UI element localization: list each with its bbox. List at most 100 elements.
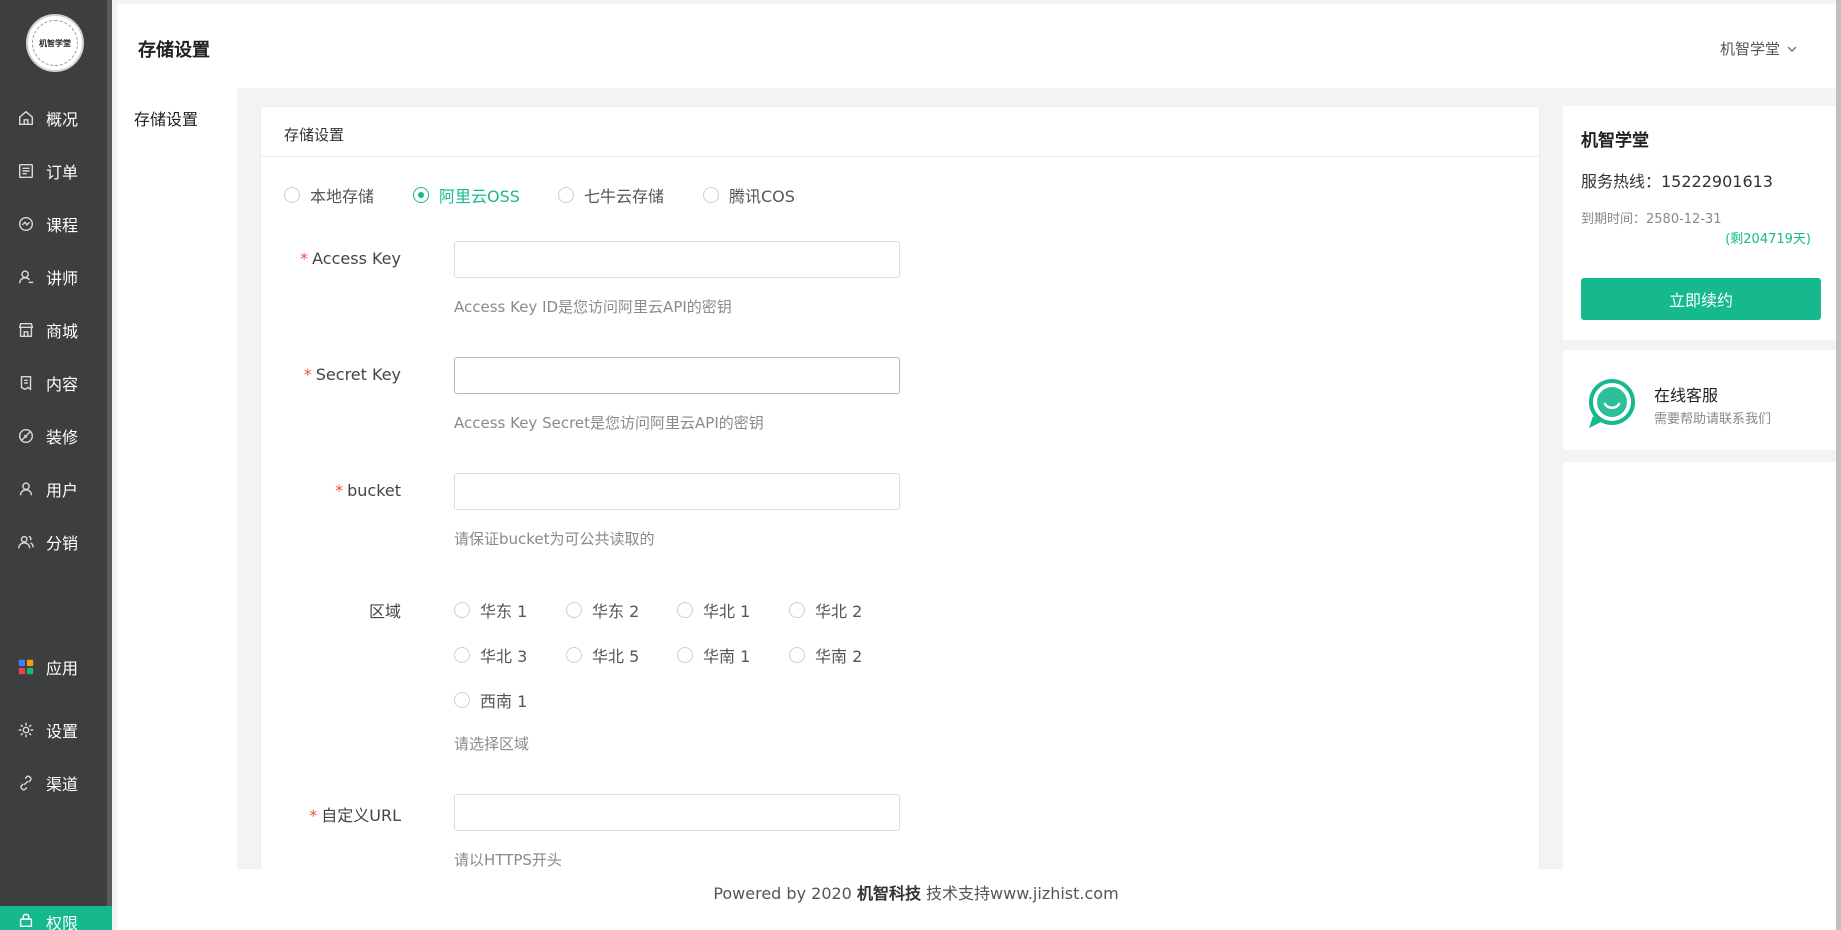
- footer-brand: 机智科技: [856, 884, 921, 903]
- sidebar-item-label: 分销: [46, 534, 79, 553]
- sidebar-item-apps[interactable]: 应用: [0, 647, 112, 687]
- sidebar-item-shop[interactable]: 商城: [0, 310, 112, 350]
- region-option[interactable]: 华北 5: [566, 643, 639, 667]
- user-name: 机智学堂: [1719, 40, 1780, 58]
- order-icon: [16, 161, 36, 181]
- header: 存储设置 机智学堂: [117, 4, 1836, 88]
- divider: [1563, 450, 1841, 462]
- apps-icon: [16, 657, 36, 677]
- sidebar-item-label: 订单: [46, 163, 79, 182]
- sidebar-item-settings[interactable]: 设置: [0, 710, 112, 750]
- decorate-icon: [16, 426, 36, 446]
- logo[interactable]: 机智学堂: [26, 14, 84, 72]
- sidebar-item-label: 内容: [46, 375, 79, 394]
- radio-dot: [558, 187, 574, 203]
- region-option[interactable]: 华北 1: [677, 598, 750, 622]
- sidebar-item-label: 用户: [46, 481, 79, 500]
- sidebar-item-label: 应用: [46, 659, 79, 678]
- online-service[interactable]: 在线客服 需要帮助请联系我们: [1563, 350, 1841, 450]
- chevron-down-icon: [1787, 45, 1797, 52]
- sidebar-item-label: 设置: [46, 722, 79, 741]
- storage-option-tencent-cos[interactable]: 腾讯COS: [703, 183, 795, 207]
- region-option[interactable]: 西南 1: [454, 688, 527, 712]
- user-menu[interactable]: 机智学堂: [1720, 38, 1798, 59]
- region-option[interactable]: 华南 2: [789, 643, 862, 667]
- account-name: 机智学堂: [1581, 131, 1649, 151]
- access-key-input[interactable]: [454, 241, 900, 278]
- sidebar-item-teachers[interactable]: 讲师: [0, 257, 112, 297]
- storage-option-label: 腾讯COS: [729, 187, 795, 206]
- subnav-item-storage[interactable]: 存储设置: [134, 106, 198, 130]
- service-title: 在线客服: [1654, 386, 1719, 405]
- bucket-hint: 请保证bucket为可公共读取的: [454, 530, 655, 548]
- chat-icon: [1589, 379, 1635, 428]
- expire-date: 到期时间：2580-12-31: [1581, 212, 1722, 227]
- sidebar-item-users[interactable]: 用户: [0, 469, 112, 509]
- sidebar-item-content[interactable]: 内容: [0, 363, 112, 403]
- storage-option-local[interactable]: 本地存储: [284, 183, 374, 207]
- storage-option-aliyun-oss[interactable]: 阿里云OSS: [413, 183, 520, 207]
- content-icon: [16, 373, 36, 393]
- shop-icon: [16, 320, 36, 340]
- sidebar-item-label: 讲师: [46, 269, 79, 288]
- storage-settings-card: 存储设置 本地存储 阿里云OSS 七牛云存储 腾讯COS * Access Key…: [260, 106, 1540, 870]
- region-option[interactable]: 华北 2: [789, 598, 862, 622]
- storage-option-label: 本地存储: [310, 187, 375, 206]
- link-icon: [16, 773, 36, 793]
- account-panel: 机智学堂 服务热线：15222901613 到期时间：2580-12-31 (剩…: [1563, 106, 1841, 930]
- page-title: 存储设置: [138, 40, 210, 61]
- home-icon: [16, 108, 36, 128]
- secret-key-label: * Secret Key: [303, 365, 401, 384]
- sidebar-item-label: 权限: [46, 914, 79, 930]
- logo-text: 机智学堂: [32, 20, 78, 66]
- storage-option-qiniu[interactable]: 七牛云存储: [558, 183, 664, 207]
- region-option[interactable]: 华东 2: [566, 598, 639, 622]
- access-key-hint: Access Key ID是您访问阿里云API的密钥: [454, 298, 732, 316]
- region-option[interactable]: 华南 1: [677, 643, 750, 667]
- page-scrollbar[interactable]: [1836, 0, 1841, 930]
- sidebar-item-decorate[interactable]: 装修: [0, 416, 112, 456]
- sidebar-item-label: 商城: [46, 322, 79, 341]
- card-title: 存储设置: [284, 126, 345, 144]
- custom-url-hint: 请以HTTPS开头: [454, 851, 562, 869]
- radio-dot: [413, 187, 429, 203]
- sub-nav: 存储设置: [117, 88, 237, 930]
- storage-option-label: 阿里云OSS: [439, 187, 520, 206]
- sidebar-item-permissions[interactable]: 权限: [0, 906, 112, 930]
- gear-icon: [16, 720, 36, 740]
- service-hotline: 服务热线：15222901613: [1581, 172, 1773, 191]
- bucket-input[interactable]: [454, 473, 900, 510]
- storage-option-label: 七牛云存储: [584, 187, 665, 206]
- region-option[interactable]: 华东 1: [454, 598, 527, 622]
- sidebar-item-orders[interactable]: 订单: [0, 151, 112, 191]
- lock-icon: [16, 910, 36, 930]
- renew-button[interactable]: 立即续约: [1581, 278, 1821, 320]
- sidebar-item-distribution[interactable]: 分销: [0, 522, 112, 562]
- sidebar-item-courses[interactable]: 课程: [0, 204, 112, 244]
- radio-dot: [703, 187, 719, 203]
- access-key-label: * Access Key: [300, 249, 401, 268]
- region-label: 区域: [368, 602, 401, 621]
- sidebar: 机智学堂 概况 订单 课程 讲师 商城 内容 装修 用户 分销 应用 设置 渠道…: [0, 0, 112, 930]
- sidebar-item-channels[interactable]: 渠道: [0, 763, 112, 803]
- custom-url-input[interactable]: [454, 794, 900, 831]
- divider: [1563, 340, 1841, 350]
- bucket-label: * bucket: [335, 481, 401, 500]
- service-subtitle: 需要帮助请联系我们: [1654, 412, 1772, 427]
- distribution-icon: [16, 532, 36, 552]
- card-header: 存储设置: [261, 107, 1539, 157]
- secret-key-input[interactable]: [454, 357, 900, 394]
- secret-key-hint: Access Key Secret是您访问阿里云API的密钥: [454, 414, 764, 432]
- region-option[interactable]: 华北 3: [454, 643, 527, 667]
- sidebar-item-label: 课程: [46, 216, 79, 235]
- course-icon: [16, 214, 36, 234]
- teacher-icon: [16, 267, 36, 287]
- user-icon: [16, 479, 36, 499]
- footer-text: Powered by 2020 机智科技 技术支持www.jizhist.com: [713, 884, 1119, 903]
- sidebar-item-label: 装修: [46, 428, 79, 447]
- sidebar-item-label: 渠道: [46, 775, 79, 794]
- sidebar-item-overview[interactable]: 概况: [0, 98, 112, 138]
- custom-url-label: * 自定义URL: [309, 806, 401, 825]
- sidebar-item-label: 概况: [46, 110, 79, 129]
- remaining-days: (剩204719天): [1725, 232, 1811, 247]
